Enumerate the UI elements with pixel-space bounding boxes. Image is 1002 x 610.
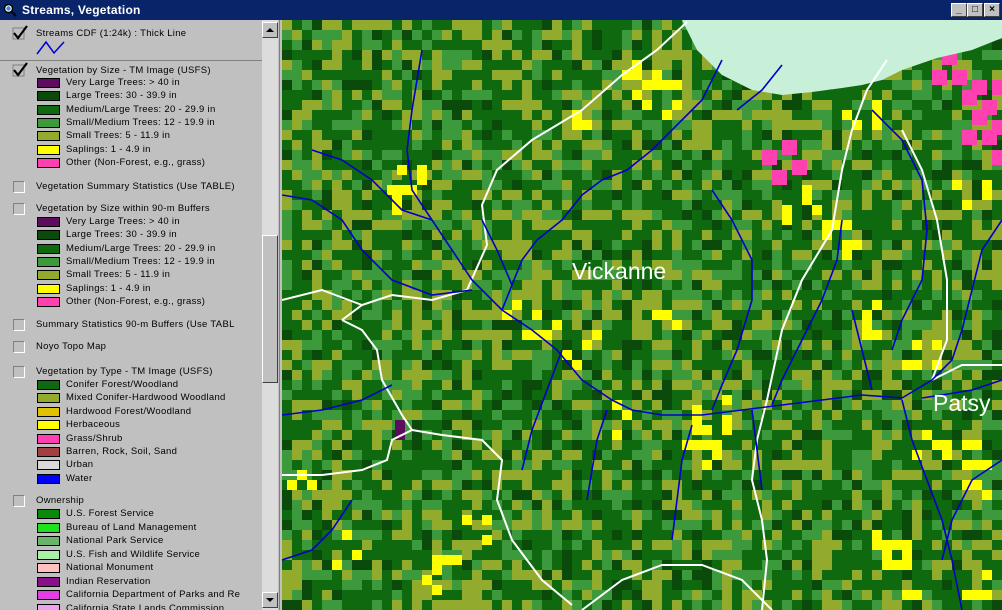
legend-item-label: Large Trees: 30 - 39.9 in [66,90,178,102]
legend-item-label: U.S. Forest Service [66,508,155,519]
legend-swatch [37,230,60,241]
legend-item-label: Small/Medium Trees: 12 - 19.9 in [66,255,215,267]
legend-swatch [37,460,60,471]
arrow-up-icon [266,28,274,32]
legend-item-label: Water [66,472,93,484]
legend-swatch [37,393,60,404]
map-label-vickanne: Vickanne [572,258,666,284]
legend-swatch [37,157,60,168]
veg-summary-layer-title[interactable]: Vegetation Summary Statistics (Use TABLE… [36,181,235,192]
legend-item-label: Bureau of Land Management [66,521,197,533]
map-viewer-app-icon [3,3,17,17]
legend-swatch [37,104,60,115]
veg-buffers-layer-checkbox[interactable] [13,203,25,215]
legend-swatch [37,217,60,227]
ownership-layer-checkbox[interactable] [13,495,25,507]
legend-swatch [37,509,60,519]
veg-size-layer-checkbox[interactable] [12,62,28,78]
summary-buffers-layer-title[interactable]: Summary Statistics 90-m Buffers (Use TAB… [36,319,235,330]
scroll-thumb[interactable] [262,235,278,383]
legend-item-label: National Monument [66,562,154,573]
legend-swatch [37,473,60,484]
legend-item-label: U.S. Fish and Wildlife Service [66,548,201,560]
legend-item-label: Herbaceous [66,419,121,431]
legend-swatch [37,576,60,587]
legend-item-label: Very Large Trees: > 40 in [66,77,180,88]
streams-layer-checkbox[interactable] [12,25,28,41]
arrow-down-icon [266,598,274,602]
noyo-topo-layer-checkbox[interactable] [13,341,25,353]
legend-swatch [37,563,60,573]
streams-layer-title[interactable]: Streams CDF (1:24k) : Thick Line [36,28,186,39]
ownership-layer-title[interactable]: Ownership [36,495,84,506]
map-label-patsy: Patsy [933,390,991,416]
legend-item-label: California Department of Parks and Re [66,589,241,600]
legend-item-label: Small Trees: 5 - 11.9 in [66,269,171,281]
legend-item-label: Other (Non-Forest, e.g., grass) [66,156,206,168]
legend-swatch [37,603,60,610]
legend-swatch [37,296,60,307]
legend-item-label: Conifer Forest/Woodland [66,379,179,390]
legend-item-label: Other (Non-Forest, e.g., grass) [66,295,206,307]
maximize-button[interactable]: □ [967,3,983,17]
legend-item-label: Grass/Shrub [66,432,123,444]
legend-swatch [37,536,60,546]
legend-swatch [37,256,60,267]
legend-swatch [37,549,60,560]
window-title-bar[interactable]: Streams, Vegetation _ □ × [0,0,1002,20]
legend-panel: Streams CDF (1:24k) : Thick Line Vegetat… [0,20,280,610]
legend-swatch [37,406,60,417]
legend-item-label: Saplings: 1 - 4.9 in [66,143,151,155]
legend-item-label: California State Lands Commission [66,602,225,610]
close-button[interactable]: × [984,3,1000,17]
scroll-up-button[interactable] [262,22,278,38]
legend-swatch [37,590,60,600]
legend-content: Streams CDF (1:24k) : Thick Line Vegetat… [0,20,262,610]
legend-swatch [37,380,60,390]
legend-swatch [37,144,60,155]
summary-buffers-layer-checkbox[interactable] [13,319,25,331]
legend-swatch [37,447,60,457]
legend-swatch [37,420,60,431]
vegetation-map[interactable]: Vickanne Patsy [282,20,1002,610]
legend-item-label: Saplings: 1 - 4.9 in [66,282,151,294]
legend-item-label: Large Trees: 30 - 39.9 in [66,229,178,241]
legend-item-label: Small/Medium Trees: 12 - 19.9 in [66,116,215,128]
legend-swatch [37,433,60,444]
scroll-down-button[interactable] [262,592,278,608]
veg-summary-layer-checkbox[interactable] [13,181,25,193]
veg-buffers-layer-title[interactable]: Vegetation by Size within 90-m Buffers [36,203,210,214]
legend-swatch [37,131,60,142]
veg-type-layer-title[interactable]: Vegetation by Type - TM Image (USFS) [36,366,213,377]
noyo-topo-layer-title[interactable]: Noyo Topo Map [36,341,106,352]
legend-item-label: Very Large Trees: > 40 in [66,216,180,227]
legend-item-label: National Park Service [66,535,164,546]
legend-swatch [37,522,60,533]
legend-swatch [37,78,60,88]
legend-item-label: Small Trees: 5 - 11.9 in [66,130,171,142]
veg-type-layer-checkbox[interactable] [13,366,25,378]
legend-scrollbar[interactable] [262,20,278,610]
legend-item-label: Barren, Rock, Soil, Sand [66,446,178,457]
veg-size-layer-title[interactable]: Vegetation by Size - TM Image (USFS) [36,65,211,76]
legend-swatch [37,283,60,294]
window-title: Streams, Vegetation [22,3,141,17]
layer-separator [0,60,262,61]
legend-swatch [37,91,60,102]
minimize-button[interactable]: _ [951,3,967,17]
map-canvas[interactable]: Vickanne Patsy [282,20,1002,610]
vegetation-raster [282,20,1002,610]
legend-item-label: Indian Reservation [66,575,151,587]
stream-line-symbol [36,40,65,55]
legend-swatch [37,117,60,128]
legend-swatch [37,243,60,254]
legend-item-label: Medium/Large Trees: 20 - 29.9 in [66,103,216,115]
legend-swatch [37,270,60,281]
legend-item-label: Urban [66,459,94,471]
legend-item-label: Hardwood Forest/Woodland [66,405,192,417]
legend-item-label: Mixed Conifer-Hardwood Woodland [66,392,226,404]
legend-item-label: Medium/Large Trees: 20 - 29.9 in [66,242,216,254]
